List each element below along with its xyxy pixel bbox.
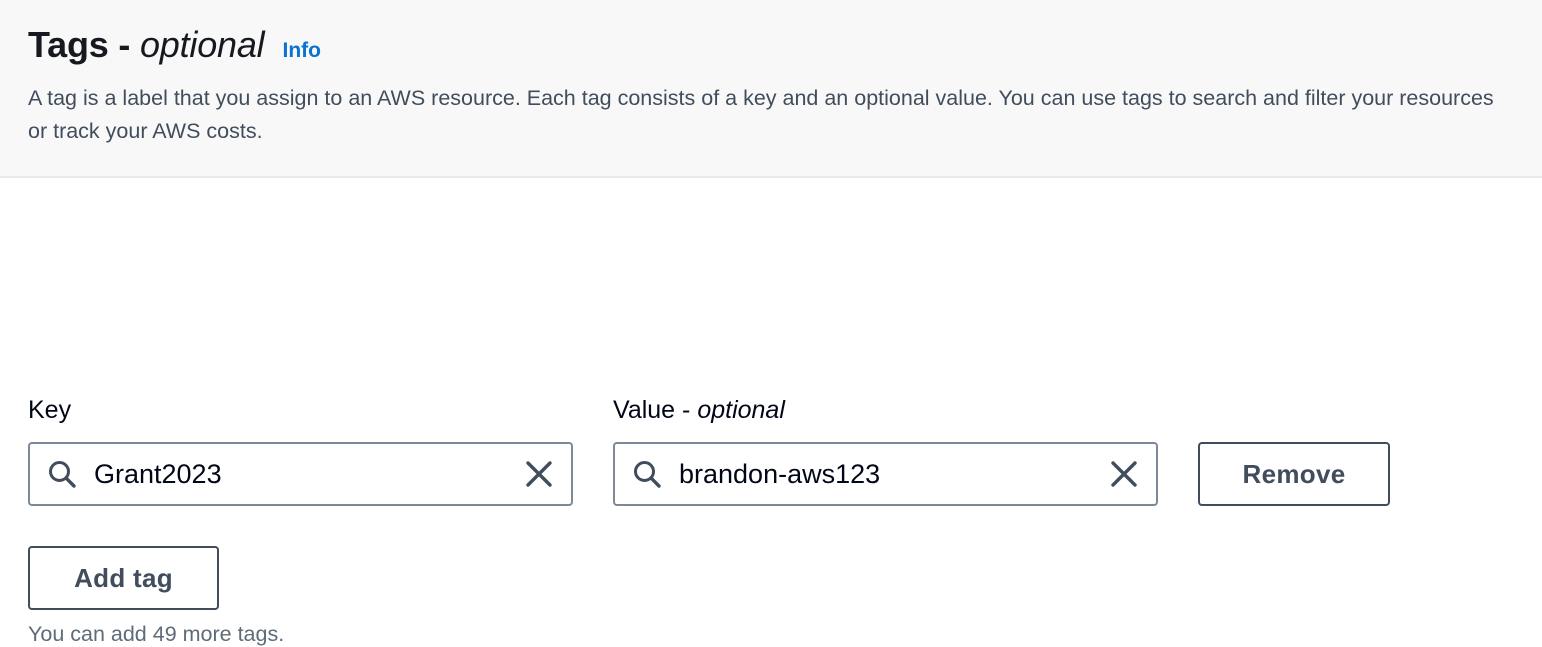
section-title-main: Tags [28,24,109,65]
tag-key-field[interactable] [28,442,573,506]
tags-header: Tags - optional Info A tag is a label th… [0,0,1542,178]
section-description: A tag is a label that you assign to an A… [28,86,1494,143]
value-label: Value - optional [613,396,785,425]
section-title: Tags - optional [28,24,265,66]
remaining-tags-hint: You can add 49 more tags. [28,622,285,646]
clear-value-icon[interactable] [1106,456,1142,492]
section-title-separator: - [108,24,140,65]
section-title-optional: optional [139,24,265,65]
value-label-optional: optional [697,396,785,424]
tags-panel: Tags - optional Info A tag is a label th… [0,0,1542,646]
value-label-main: Value - [613,396,698,424]
tag-value-input[interactable] [679,458,1106,490]
clear-key-icon[interactable] [521,456,557,492]
search-icon [629,456,665,492]
add-tag-button[interactable]: Add tag [28,546,219,610]
info-link[interactable]: Info [282,39,320,63]
key-label-text: Key [28,396,72,424]
key-label: Key [28,396,71,425]
tag-value-field[interactable] [613,442,1158,506]
title-row: Tags - optional Info [28,24,1514,68]
remove-tag-button[interactable]: Remove [1198,442,1390,506]
search-icon [44,456,80,492]
tag-key-input[interactable] [94,458,521,490]
